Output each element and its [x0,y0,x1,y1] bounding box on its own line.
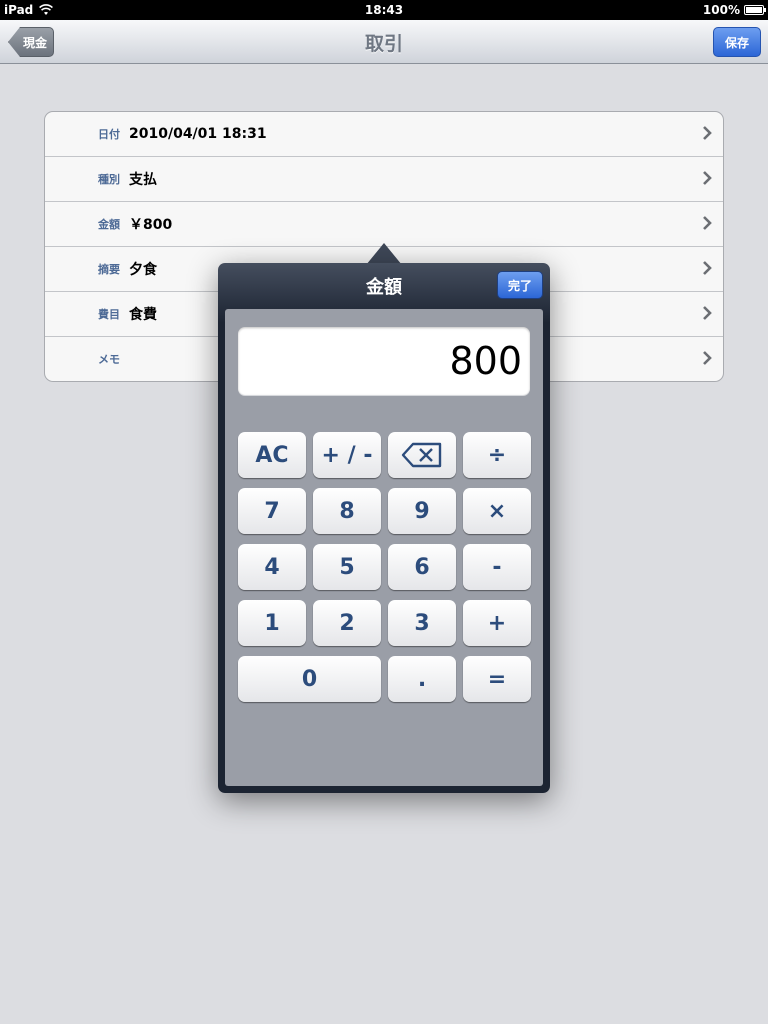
status-time: 18:43 [364,3,404,17]
all-clear-key[interactable]: AC [238,432,306,478]
chevron-right-icon [703,126,712,140]
navigation-bar: 現金 取引 保存 [0,20,768,64]
row-label: 金額 [98,218,120,231]
calculator-body: 800 AC + / - ÷ 7 8 9 × 4 5 6 - 1 2 3 + 0… [225,309,543,786]
key-3[interactable]: 3 [388,600,456,646]
row-value: 夕食 [129,262,157,278]
row-value: 2010/04/01 18:31 [129,126,267,142]
minus-key[interactable]: - [463,544,531,590]
save-button[interactable]: 保存 [713,27,761,57]
sign-toggle-key[interactable]: + / - [313,432,381,478]
battery-icon [744,5,766,15]
key-2[interactable]: 2 [313,600,381,646]
chevron-right-icon [703,171,712,185]
row-label: メモ [98,353,120,366]
amount-calculator-popover: 金額 完了 800 AC + / - ÷ 7 8 9 × 4 5 6 - 1 2… [218,263,550,793]
battery-percent: 100% [702,3,740,17]
popover-arrow [366,243,402,265]
key-8[interactable]: 8 [313,488,381,534]
equals-key[interactable]: = [463,656,531,702]
key-9[interactable]: 9 [388,488,456,534]
decimal-key[interactable]: . [388,656,456,702]
key-5[interactable]: 5 [313,544,381,590]
key-1[interactable]: 1 [238,600,306,646]
backspace-icon [401,442,442,468]
key-4[interactable]: 4 [238,544,306,590]
divide-key[interactable]: ÷ [463,432,531,478]
multiply-key[interactable]: × [463,488,531,534]
row-date[interactable]: 日付 2010/04/01 18:31 [45,112,723,157]
row-label: 日付 [98,128,120,141]
row-value: 支払 [129,172,157,188]
row-label: 種別 [98,173,120,186]
page-title: 取引 [364,33,403,55]
row-amount[interactable]: 金額 ￥800 [45,202,723,247]
row-label: 摘要 [98,263,120,276]
key-7[interactable]: 7 [238,488,306,534]
row-label: 費目 [98,308,120,321]
row-value: ￥800 [129,217,173,233]
chevron-right-icon [703,261,712,275]
chevron-right-icon [703,306,712,320]
row-value: 食費 [129,307,157,323]
status-bar: iPad 18:43 100% [0,0,768,20]
key-0[interactable]: 0 [238,656,381,702]
plus-key[interactable]: + [463,600,531,646]
key-6[interactable]: 6 [388,544,456,590]
chevron-right-icon [703,351,712,365]
done-button[interactable]: 完了 [497,271,543,299]
backspace-key[interactable] [388,432,456,478]
amount-display: 800 [238,327,530,395]
chevron-right-icon [703,216,712,230]
row-type[interactable]: 種別 支払 [45,157,723,202]
